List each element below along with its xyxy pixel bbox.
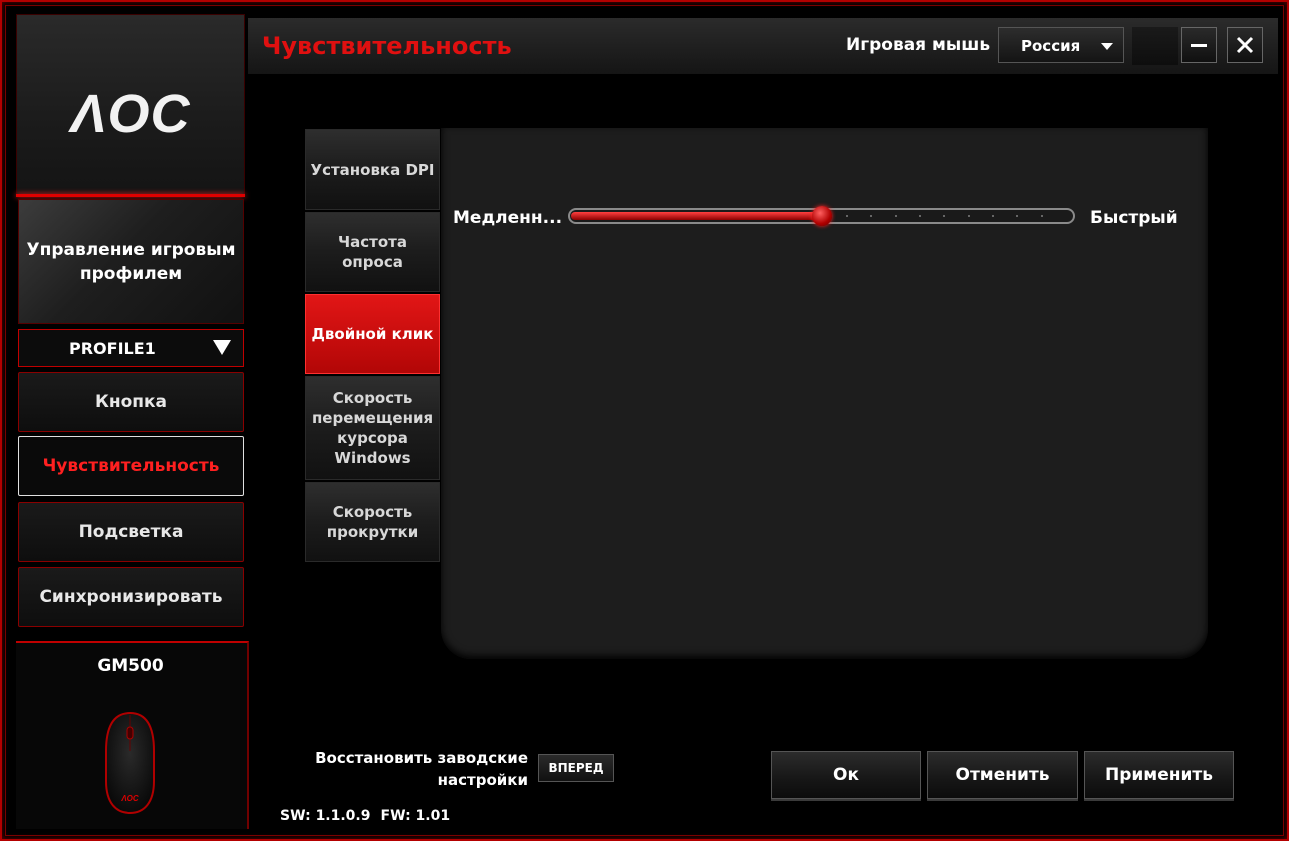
- device-panel: GM500 ΛOC: [16, 641, 249, 829]
- tab-label: Двойной клик: [311, 325, 434, 343]
- sidebar-item-sync[interactable]: Синхронизировать: [18, 567, 244, 627]
- device-name: GM500: [97, 656, 164, 676]
- profile-management-label: Управление игровым профилем: [26, 239, 236, 284]
- slider-tick: [894, 215, 897, 217]
- restore-defaults-label: Восстановить заводские настройки: [315, 749, 528, 789]
- apply-button[interactable]: Применить: [1084, 751, 1234, 799]
- profile-dropdown-value: PROFILE1: [69, 339, 156, 358]
- slider-tick: [918, 215, 921, 217]
- top-header: Чувствительность Игровая мышь Россия: [248, 18, 1278, 74]
- tab-label: Частота опроса: [338, 233, 407, 271]
- ok-label: Ок: [833, 765, 859, 785]
- close-button[interactable]: [1227, 27, 1263, 63]
- version-info: SW: 1.1.0.9 FW: 1.01: [280, 808, 460, 824]
- slider-tick: [1040, 215, 1043, 217]
- minimize-icon: [1191, 44, 1207, 47]
- slider-thumb[interactable]: [811, 206, 832, 226]
- slider-fill: [571, 212, 822, 220]
- slider-max-label: Быстрый: [1090, 208, 1178, 228]
- settings-panel: Медленн... Быстрый: [441, 128, 1208, 659]
- profile-dropdown[interactable]: PROFILE1: [18, 329, 244, 367]
- sidebar-item-label: Чувствительность: [42, 456, 220, 476]
- language-dropdown[interactable]: Россия: [998, 27, 1124, 63]
- tab-polling-rate[interactable]: Частота опроса: [305, 212, 440, 292]
- sidebar-item-button[interactable]: Кнопка: [18, 372, 244, 432]
- restore-defaults-button[interactable]: ВПЕРЕД: [538, 754, 614, 782]
- tab-label: Установка DPI: [310, 160, 435, 179]
- close-icon: [1236, 36, 1254, 54]
- slider-tick: [967, 215, 970, 217]
- sw-version: SW: 1.1.0.9: [280, 808, 371, 824]
- restore-button-label: ВПЕРЕД: [548, 761, 604, 775]
- mouse-image-icon: ΛOC: [105, 711, 155, 815]
- sidebar-item-label: Подсветка: [78, 522, 184, 542]
- sidebar-item-sensitivity[interactable]: Чувствительность: [18, 436, 244, 496]
- caret-down-icon: [1101, 43, 1113, 50]
- slider-tick: [845, 215, 848, 217]
- sidebar-item-label: Кнопка: [94, 392, 168, 412]
- app-window: ΛOC Управление игровым профилем PROFILE1…: [0, 0, 1289, 841]
- tab-cursor-speed[interactable]: Скорость перемещения курсора Windows: [305, 376, 440, 480]
- slider-tick: [943, 215, 946, 217]
- apply-label: Применить: [1105, 765, 1213, 785]
- tab-label: Скорость перемещения курсора Windows: [311, 389, 434, 467]
- tab-double-click[interactable]: Двойной клик: [305, 294, 440, 374]
- cancel-label: Отменить: [955, 765, 1050, 785]
- tab-label: Скорость прокрутки: [326, 503, 419, 541]
- page-title: Чувствительность: [262, 32, 512, 60]
- sidebar-item-label: Синхронизировать: [39, 587, 223, 607]
- aoc-logo: ΛOC: [70, 84, 191, 144]
- caret-down-icon: [213, 340, 231, 355]
- header-spacer: [1132, 27, 1178, 65]
- slider-tick: [1016, 215, 1019, 217]
- fw-version: FW: 1.01: [380, 808, 451, 824]
- device-type-label: Игровая мышь: [846, 35, 991, 55]
- slider-tick: [870, 215, 873, 217]
- tab-dpi[interactable]: Установка DPI: [305, 129, 440, 210]
- minimize-button[interactable]: [1181, 27, 1217, 63]
- slider-tick: [991, 215, 994, 217]
- slider-min-label: Медленн...: [453, 208, 563, 228]
- profile-management-button[interactable]: Управление игровым профилем: [18, 199, 244, 324]
- ok-button[interactable]: Ок: [771, 751, 921, 799]
- language-value: Россия: [1021, 37, 1081, 55]
- tab-scroll-speed[interactable]: Скорость прокрутки: [305, 482, 440, 562]
- brand-logo-panel: ΛOC: [16, 14, 245, 196]
- double-click-slider[interactable]: [568, 206, 1075, 226]
- cancel-button[interactable]: Отменить: [927, 751, 1078, 799]
- mouse-logo-text: ΛOC: [120, 794, 139, 803]
- sidebar-item-lighting[interactable]: Подсветка: [18, 502, 244, 562]
- logo-divider: [16, 194, 245, 197]
